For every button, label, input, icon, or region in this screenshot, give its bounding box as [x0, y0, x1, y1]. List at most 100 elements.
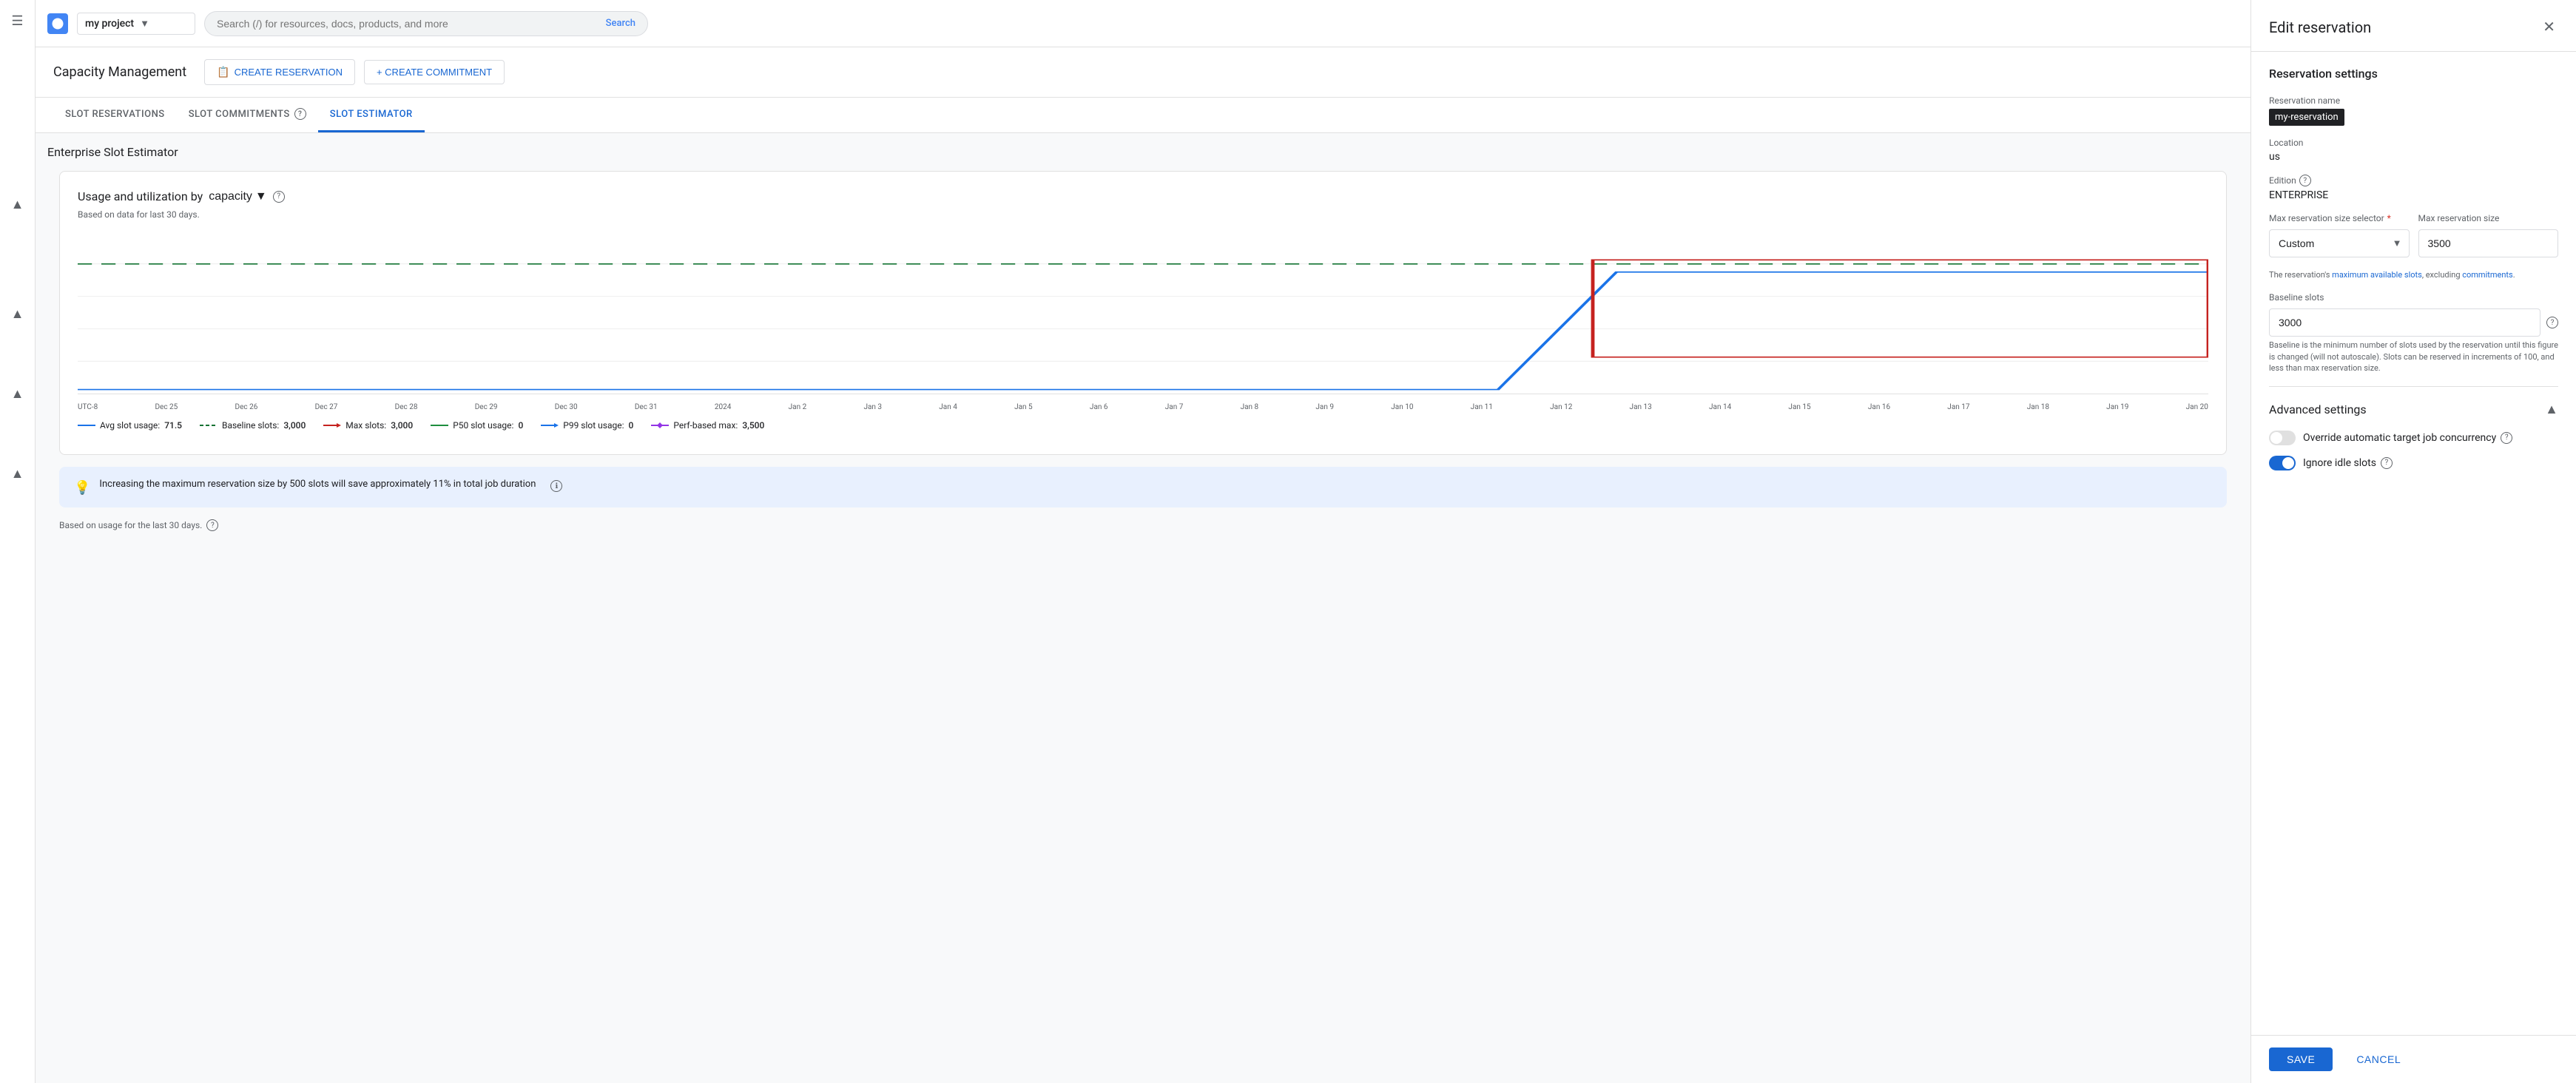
advanced-settings-chevron-icon: ▲	[2545, 402, 2558, 417]
auto-concurrency-toggle[interactable]	[2269, 431, 2296, 445]
panel-body: Reservation settings Reservation name my…	[2251, 52, 2576, 485]
advanced-settings-title: Advanced settings	[2269, 402, 2367, 416]
topbar: my project ▼ Search	[36, 0, 2250, 47]
chart-title-row: Usage and utilization by capacity ▼ ?	[78, 189, 2208, 203]
panel-header: Edit reservation ✕	[2251, 0, 2576, 52]
sidebar-collapse-4[interactable]: ▲	[3, 459, 33, 488]
create-reservation-button[interactable]: 📋 CREATE RESERVATION	[204, 59, 355, 85]
sidebar-collapse-3[interactable]: ▲	[3, 379, 33, 408]
legend-line-p50-icon	[431, 422, 448, 428]
project-selector[interactable]: my project ▼	[77, 13, 195, 35]
legend-line-avg-icon	[78, 422, 95, 428]
cancel-button[interactable]: CANCEL	[2341, 1047, 2415, 1071]
chart-area	[78, 232, 2208, 394]
slot-commitments-help-icon[interactable]: ?	[294, 108, 306, 120]
reservation-icon: 📋	[217, 66, 229, 78]
idle-slots-toggle[interactable]	[2269, 456, 2296, 470]
chart-legend: Avg slot usage: 71.5 Baseline slots: 3,0…	[78, 414, 2208, 436]
max-size-helper-text: The reservation's maximum available slot…	[2269, 269, 2558, 280]
edit-reservation-panel: Edit reservation ✕ Reservation settings …	[2250, 0, 2576, 1083]
tabs: SLOT RESERVATIONS SLOT COMMITMENTS ? SLO…	[36, 98, 2250, 133]
chart-section: Usage and utilization by capacity ▼ ? Ba…	[59, 171, 2227, 455]
page-title: Capacity Management	[53, 64, 186, 80]
idle-slots-help-icon[interactable]: ?	[2381, 457, 2393, 469]
tab-slot-reservations[interactable]: SLOT RESERVATIONS	[53, 98, 177, 132]
topbar-logo	[47, 13, 68, 34]
baseline-slots-field: Baseline slots ? Baseline is the minimum…	[2269, 292, 2558, 374]
chart-selector-arrow-icon: ▼	[255, 190, 267, 203]
header-actions: 📋 CREATE RESERVATION + CREATE COMMITMENT	[204, 59, 505, 85]
chart-help-icon[interactable]: ?	[273, 191, 285, 203]
max-size-label: Max reservation size	[2418, 213, 2559, 223]
max-size-selector-group: Max reservation size selector * Custom A…	[2269, 213, 2410, 257]
page-header: Capacity Management 📋 CREATE RESERVATION…	[36, 47, 2250, 98]
edition-help-icon[interactable]: ?	[2299, 175, 2311, 186]
search-bar: Search	[204, 11, 648, 36]
search-button[interactable]: Search	[606, 18, 635, 29]
legend-perf-based-max: Perf-based max: 3,500	[651, 420, 764, 431]
max-available-slots-link[interactable]: maximum available slots	[2332, 270, 2422, 280]
idle-slots-toggle-row: Ignore idle slots ?	[2269, 456, 2558, 470]
suggestion-box: 💡 Increasing the maximum reservation siz…	[59, 467, 2227, 507]
panel-close-button[interactable]: ✕	[2540, 15, 2558, 39]
edition-value: ENTERPRISE	[2269, 189, 2558, 201]
edition-label: Edition ?	[2269, 175, 2558, 186]
legend-arrow-p99-icon	[541, 422, 559, 428]
legend-avg-slot: Avg slot usage: 71.5	[78, 420, 182, 431]
advanced-settings-header[interactable]: Advanced settings ▲	[2269, 399, 2558, 420]
suggestion-text: Increasing the maximum reservation size …	[99, 479, 536, 490]
location-field: Location us	[2269, 138, 2558, 163]
baseline-input-row: ?	[2269, 308, 2558, 337]
legend-dashed-baseline-icon	[200, 422, 218, 428]
auto-concurrency-help-icon[interactable]: ?	[2501, 432, 2512, 444]
x-axis: UTC-8 Dec 25 Dec 26 Dec 27 Dec 28 Dec 29…	[78, 400, 2208, 414]
required-star: *	[2387, 213, 2391, 223]
sidebar-menu-icon[interactable]: ☰	[3, 6, 33, 36]
estimator-title: Enterprise Slot Estimator	[47, 145, 2239, 159]
reservation-settings-title: Reservation settings	[2269, 67, 2558, 81]
search-wrapper: Search	[204, 11, 648, 36]
legend-diamond-perf-icon	[651, 422, 669, 428]
baseline-slots-label: Baseline slots	[2269, 292, 2558, 303]
project-name: my project	[85, 18, 134, 30]
cloud-logo-icon	[47, 13, 68, 34]
note-text: Based on usage for the last 30 days. ?	[47, 519, 2239, 531]
tab-slot-commitments[interactable]: SLOT COMMITMENTS ?	[177, 98, 318, 132]
max-size-input[interactable]	[2418, 229, 2559, 257]
note-help-icon[interactable]: ?	[206, 519, 218, 531]
baseline-help-icon[interactable]: ?	[2546, 317, 2558, 328]
create-commitment-button[interactable]: + CREATE COMMITMENT	[364, 60, 505, 84]
idle-slots-label: Ignore idle slots ?	[2303, 457, 2393, 469]
legend-baseline-slots: Baseline slots: 3,000	[200, 420, 306, 431]
save-button[interactable]: SAVE	[2269, 1047, 2333, 1071]
commitments-link[interactable]: commitments	[2462, 270, 2512, 280]
legend-p99-slot: P99 slot usage: 0	[541, 420, 633, 431]
page-content: Capacity Management 📋 CREATE RESERVATION…	[36, 47, 2250, 1083]
max-size-selector-select[interactable]: Custom Auto Manual	[2269, 229, 2410, 257]
chart-selector-button[interactable]: capacity ▼	[209, 190, 267, 203]
sidebar-collapse-1[interactable]: ▲	[3, 189, 33, 219]
baseline-slots-input[interactable]	[2269, 308, 2540, 337]
chart-section-title: Usage and utilization by	[78, 189, 203, 203]
chart-subtitle: Based on data for last 30 days.	[78, 209, 2208, 220]
auto-concurrency-label: Override automatic target job concurrenc…	[2303, 432, 2512, 444]
advanced-settings-content: Override automatic target job concurrenc…	[2269, 420, 2558, 470]
legend-p50-slot: P50 slot usage: 0	[431, 420, 523, 431]
max-size-selector-label: Max reservation size selector *	[2269, 213, 2410, 223]
chart-svg	[78, 232, 2208, 394]
panel-title: Edit reservation	[2269, 18, 2371, 36]
legend-max-slots: Max slots: 3,000	[323, 420, 413, 431]
legend-arrow-max-icon	[323, 422, 341, 428]
edition-field: Edition ? ENTERPRISE	[2269, 175, 2558, 201]
sidebar: ☰ ▲ ▲ ▲ ▲	[0, 0, 36, 1083]
tab-slot-estimator[interactable]: SLOT ESTIMATOR	[318, 98, 425, 132]
sidebar-collapse-2[interactable]: ▲	[3, 299, 33, 328]
advanced-settings-section: Advanced settings ▲ Override automatic t…	[2269, 386, 2558, 470]
max-size-selector-wrapper: Custom Auto Manual ▼	[2269, 229, 2410, 257]
reservation-name-value: my-reservation	[2269, 109, 2344, 126]
suggestion-help-icon[interactable]: ℹ	[550, 480, 562, 492]
max-size-input-group: Max reservation size	[2418, 213, 2559, 257]
search-input[interactable]	[217, 18, 600, 30]
auto-concurrency-toggle-row: Override automatic target job concurrenc…	[2269, 431, 2558, 445]
main-area: my project ▼ Search Capacity Management …	[36, 0, 2250, 1083]
